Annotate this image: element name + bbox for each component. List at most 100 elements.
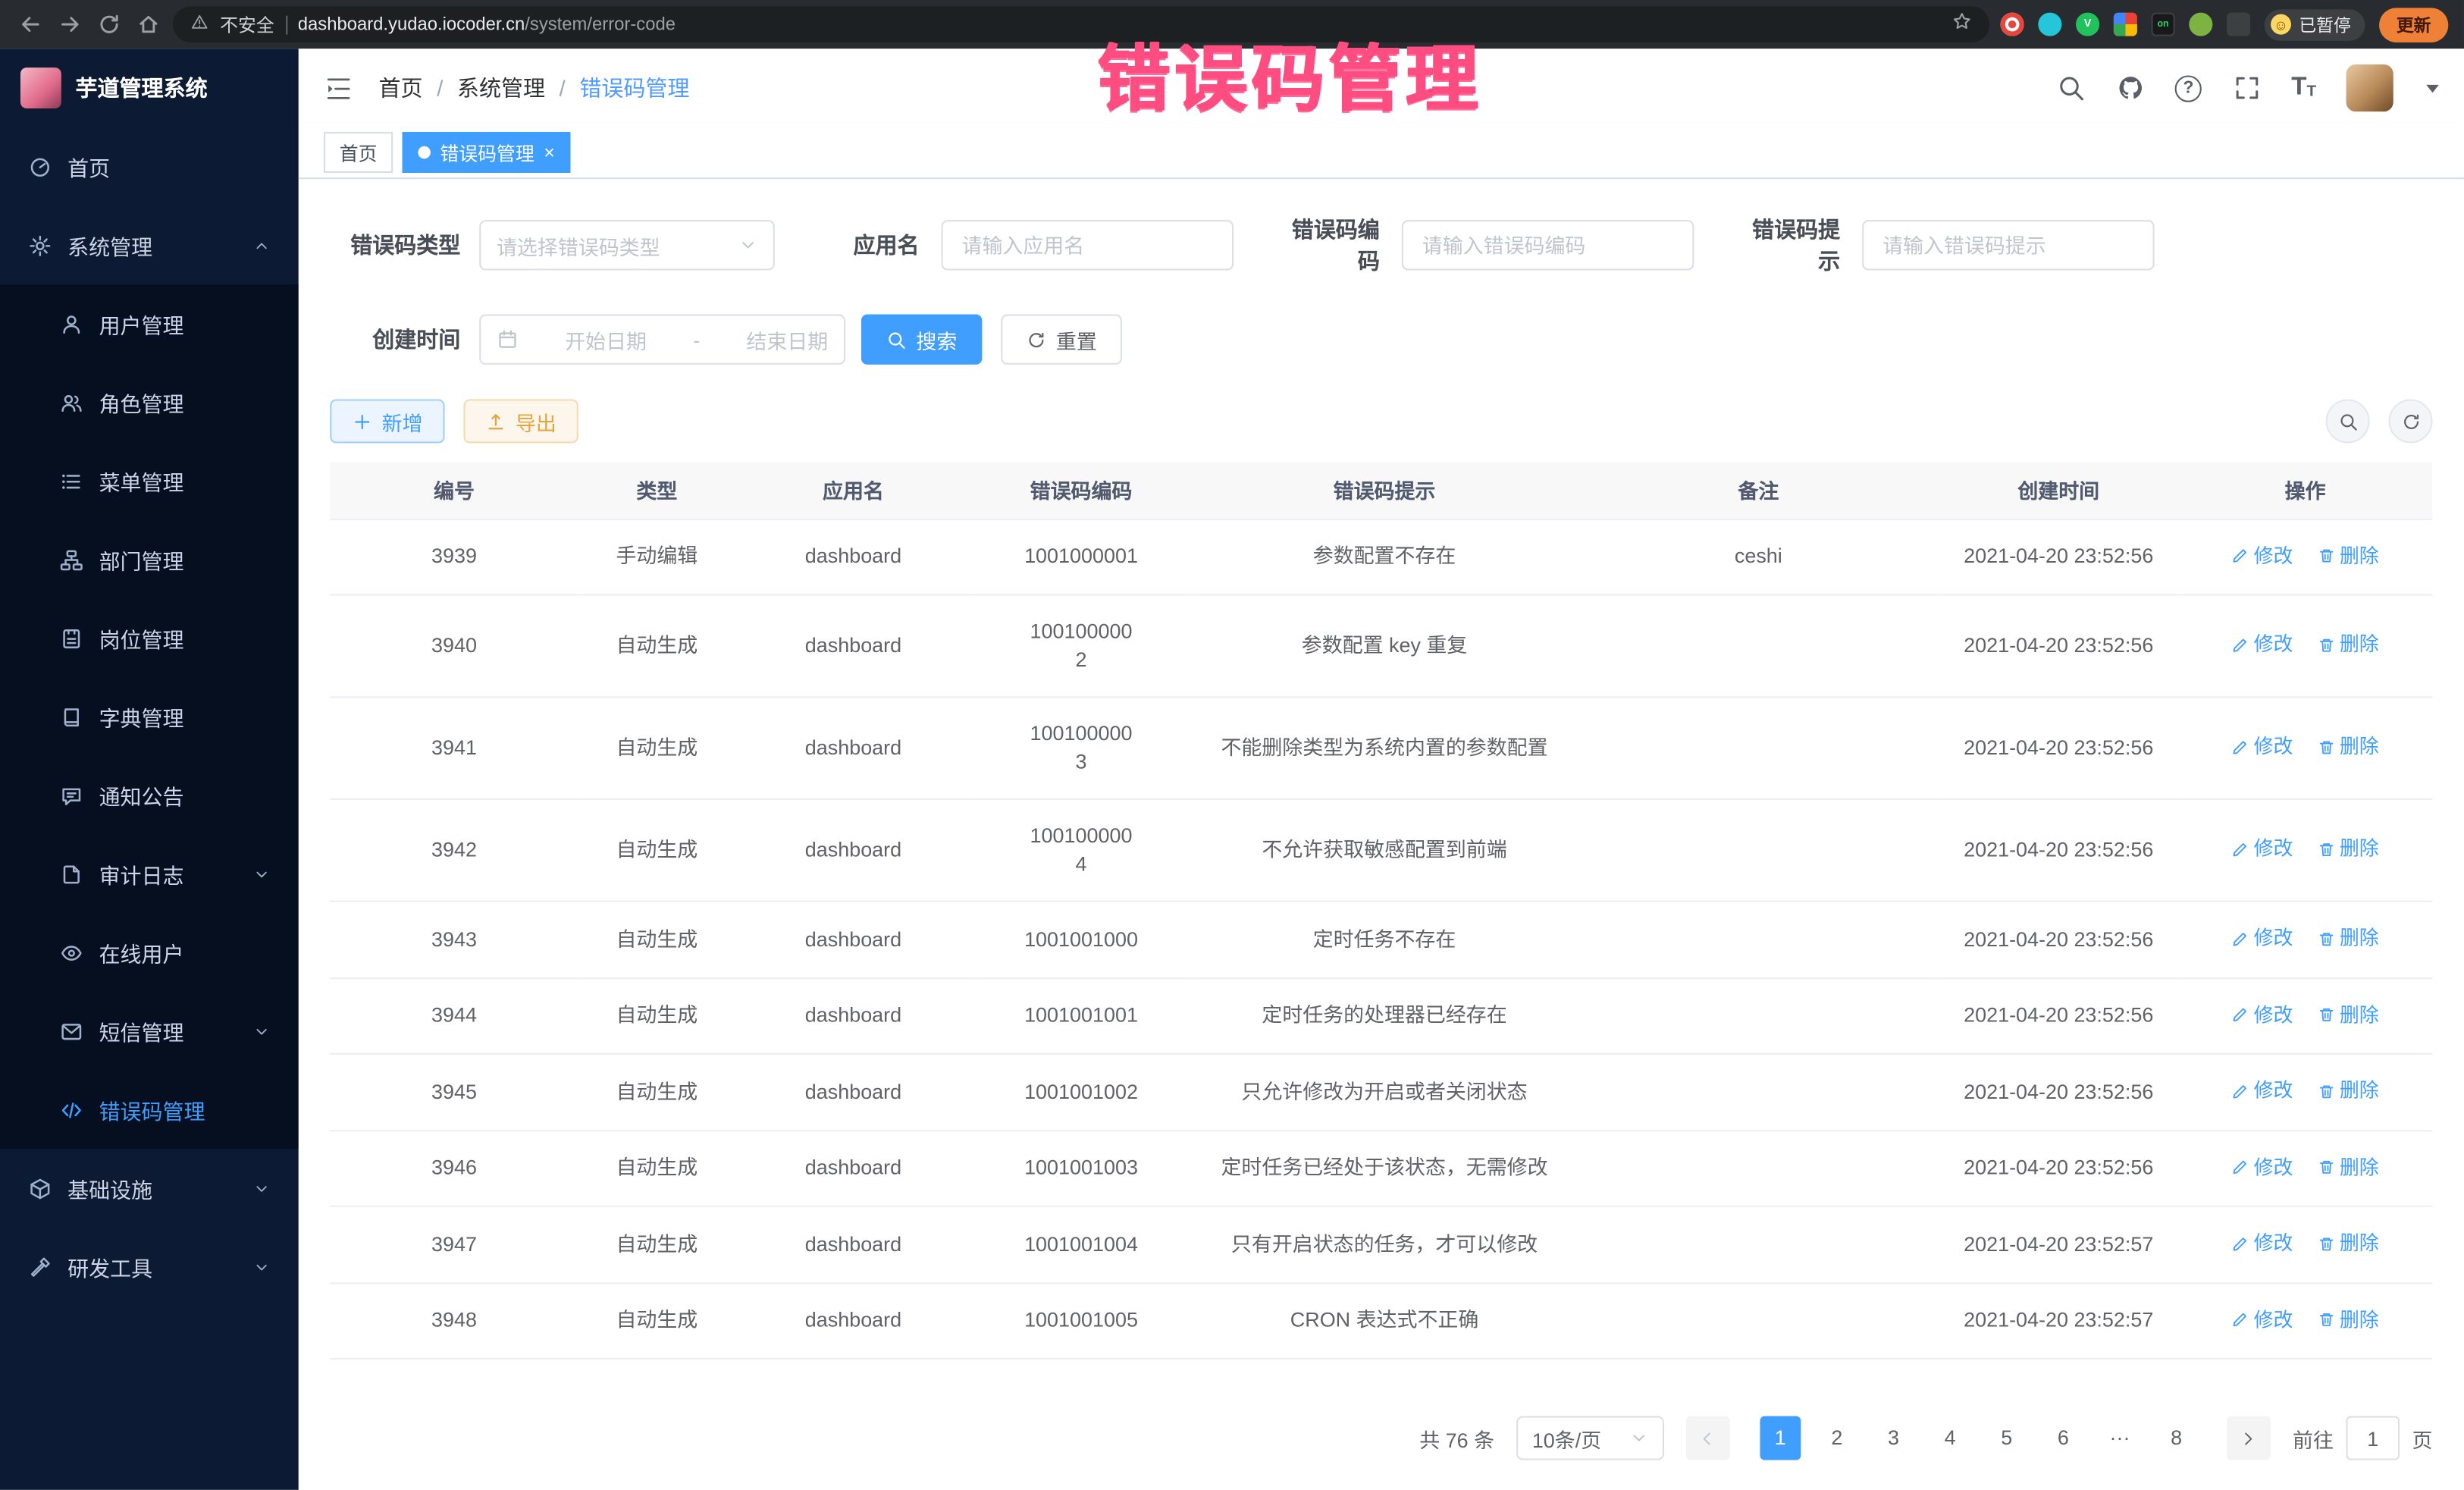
edit-link[interactable]: 修改 — [2232, 1153, 2293, 1181]
breadcrumb-system[interactable]: 系统管理 — [457, 72, 545, 103]
refresh-table-button[interactable] — [2389, 399, 2433, 443]
search-toggle-button[interactable] — [2326, 399, 2370, 443]
list-icon — [60, 469, 83, 493]
extension-colorful-icon[interactable] — [2114, 13, 2137, 36]
fullscreen-button[interactable] — [2231, 73, 2261, 102]
error-code-input[interactable] — [1402, 220, 1694, 270]
edit-link[interactable]: 修改 — [2232, 732, 2293, 761]
sidebar-item-departments[interactable]: 部门管理 — [0, 520, 299, 599]
delete-link[interactable]: 删除 — [2318, 631, 2379, 659]
export-button[interactable]: 导出 — [463, 399, 578, 443]
page-button[interactable]: ··· — [2099, 1416, 2140, 1460]
app-logo[interactable]: 芋道管理系统 — [0, 49, 299, 127]
header-search-button[interactable] — [2055, 73, 2085, 102]
page-button[interactable]: 3 — [1873, 1416, 1914, 1460]
delete-link[interactable]: 删除 — [2318, 1305, 2379, 1333]
gear-icon — [28, 234, 52, 257]
fullscreen-icon — [2232, 74, 2260, 102]
prev-page-button[interactable] — [1686, 1416, 1730, 1460]
browser-update-button[interactable]: 更新 — [2379, 7, 2448, 42]
tab-error-code[interactable]: 错误码管理 × — [403, 132, 571, 173]
github-link[interactable] — [2115, 73, 2145, 102]
pencil-icon — [2232, 739, 2249, 756]
sidebar-item-system[interactable]: 系统管理 — [0, 206, 299, 285]
next-page-button[interactable] — [2227, 1416, 2271, 1460]
reset-button[interactable]: 重置 — [1001, 315, 1122, 365]
breadcrumb-home[interactable]: 首页 — [379, 72, 423, 103]
edit-link[interactable]: 修改 — [2232, 1077, 2293, 1105]
delete-link[interactable]: 删除 — [2318, 835, 2379, 863]
extension-pin-icon[interactable] — [2227, 13, 2250, 36]
edit-link[interactable]: 修改 — [2232, 835, 2293, 863]
paused-label: 已暂停 — [2299, 12, 2350, 37]
extension-vue-icon[interactable]: V — [2076, 13, 2099, 36]
edit-link[interactable]: 修改 — [2232, 1305, 2293, 1333]
sidebar-item-roles[interactable]: 角色管理 — [0, 363, 299, 442]
cell-actions: 修改 删除 — [2178, 697, 2433, 799]
delete-link[interactable]: 删除 — [2318, 541, 2379, 569]
sidebar-item-dev-tools[interactable]: 研发工具 — [0, 1228, 299, 1306]
cell-time: 2021-04-20 23:52:56 — [1939, 1130, 2178, 1206]
sidebar-toggle-icon[interactable] — [324, 73, 353, 102]
edit-link[interactable]: 修改 — [2232, 1229, 2293, 1257]
trash-icon — [2318, 636, 2335, 654]
page-button[interactable]: 5 — [1986, 1416, 2027, 1460]
delete-link[interactable]: 删除 — [2318, 732, 2379, 761]
delete-link[interactable]: 删除 — [2318, 924, 2379, 952]
page-button[interactable]: 8 — [2156, 1416, 2197, 1460]
page-button[interactable]: 1 — [1760, 1416, 1801, 1460]
system-submenu: 用户管理 角色管理 菜单管理 部门管理 岗位管理 字典管理 — [0, 284, 299, 1149]
delete-link[interactable]: 删除 — [2318, 1000, 2379, 1028]
error-hint-input[interactable] — [1862, 220, 2155, 270]
tab-close-icon[interactable]: × — [544, 143, 555, 162]
sidebar-item-users[interactable]: 用户管理 — [0, 284, 299, 363]
page-button[interactable]: 2 — [1817, 1416, 1857, 1460]
date-range-picker[interactable]: 开始日期 - 结束日期 — [479, 315, 845, 365]
edit-link[interactable]: 修改 — [2232, 631, 2293, 659]
sidebar-item-home[interactable]: 首页 — [0, 127, 299, 206]
browser-back-button[interactable] — [16, 10, 44, 38]
extension-teal-icon[interactable] — [2038, 13, 2061, 36]
delete-link[interactable]: 删除 — [2318, 1077, 2379, 1105]
page-goto-input[interactable] — [2346, 1416, 2400, 1460]
address-bar[interactable]: 不安全 dashboard.yudao.iocoder.cn/system/er… — [173, 6, 1989, 42]
extension-record-icon[interactable] — [2001, 13, 2024, 36]
page-button[interactable]: 4 — [1930, 1416, 1970, 1460]
pencil-icon — [2232, 636, 2249, 654]
bookmark-star-icon[interactable] — [1951, 10, 1972, 38]
delete-link[interactable]: 删除 — [2318, 1229, 2379, 1257]
paused-chip[interactable]: ☺ 已暂停 — [2265, 8, 2365, 39]
sidebar-item-online-users[interactable]: 在线用户 — [0, 913, 299, 992]
sidebar-item-posts[interactable]: 岗位管理 — [0, 599, 299, 678]
tab-home[interactable]: 首页 — [324, 132, 393, 173]
sidebar-item-error-code[interactable]: 错误码管理 — [0, 1071, 299, 1150]
browser-home-button[interactable] — [133, 10, 161, 38]
sidebar-item-sms[interactable]: 短信管理 — [0, 992, 299, 1071]
sidebar-item-dict[interactable]: 字典管理 — [0, 677, 299, 756]
edit-link[interactable]: 修改 — [2232, 541, 2293, 569]
avatar-caret-icon[interactable] — [2426, 84, 2439, 92]
browser-forward-button[interactable] — [55, 10, 83, 38]
extension-switch-icon[interactable]: on — [2152, 13, 2175, 36]
help-button[interactable]: ? — [2175, 74, 2202, 101]
edit-link[interactable]: 修改 — [2232, 1000, 2293, 1028]
cell-id: 3948 — [330, 1282, 578, 1359]
add-button[interactable]: 新增 — [330, 399, 444, 443]
table-row: 3948 自动生成 dashboard 1001001005 CRON 表达式不… — [330, 1282, 2432, 1359]
app-name-input[interactable] — [942, 220, 1234, 270]
page-button[interactable]: 6 — [2042, 1416, 2083, 1460]
font-size-button[interactable]: TT — [2291, 75, 2316, 100]
sidebar-item-infra[interactable]: 基础设施 — [0, 1149, 299, 1228]
sidebar-item-audit-log[interactable]: 审计日志 — [0, 835, 299, 914]
error-type-select[interactable]: 请选择错误码类型 — [479, 220, 775, 270]
edit-link[interactable]: 修改 — [2232, 924, 2293, 952]
cell-actions: 修改 删除 — [2178, 595, 2433, 698]
extension-green-icon[interactable] — [2189, 13, 2212, 36]
search-button[interactable]: 搜索 — [861, 315, 983, 365]
user-avatar[interactable] — [2346, 64, 2393, 111]
delete-link[interactable]: 删除 — [2318, 1153, 2379, 1181]
sidebar-item-menus[interactable]: 菜单管理 — [0, 441, 299, 520]
page-size-select[interactable]: 10条/页 — [1516, 1416, 1664, 1460]
sidebar-item-notice[interactable]: 通知公告 — [0, 756, 299, 835]
browser-reload-button[interactable] — [94, 10, 122, 38]
